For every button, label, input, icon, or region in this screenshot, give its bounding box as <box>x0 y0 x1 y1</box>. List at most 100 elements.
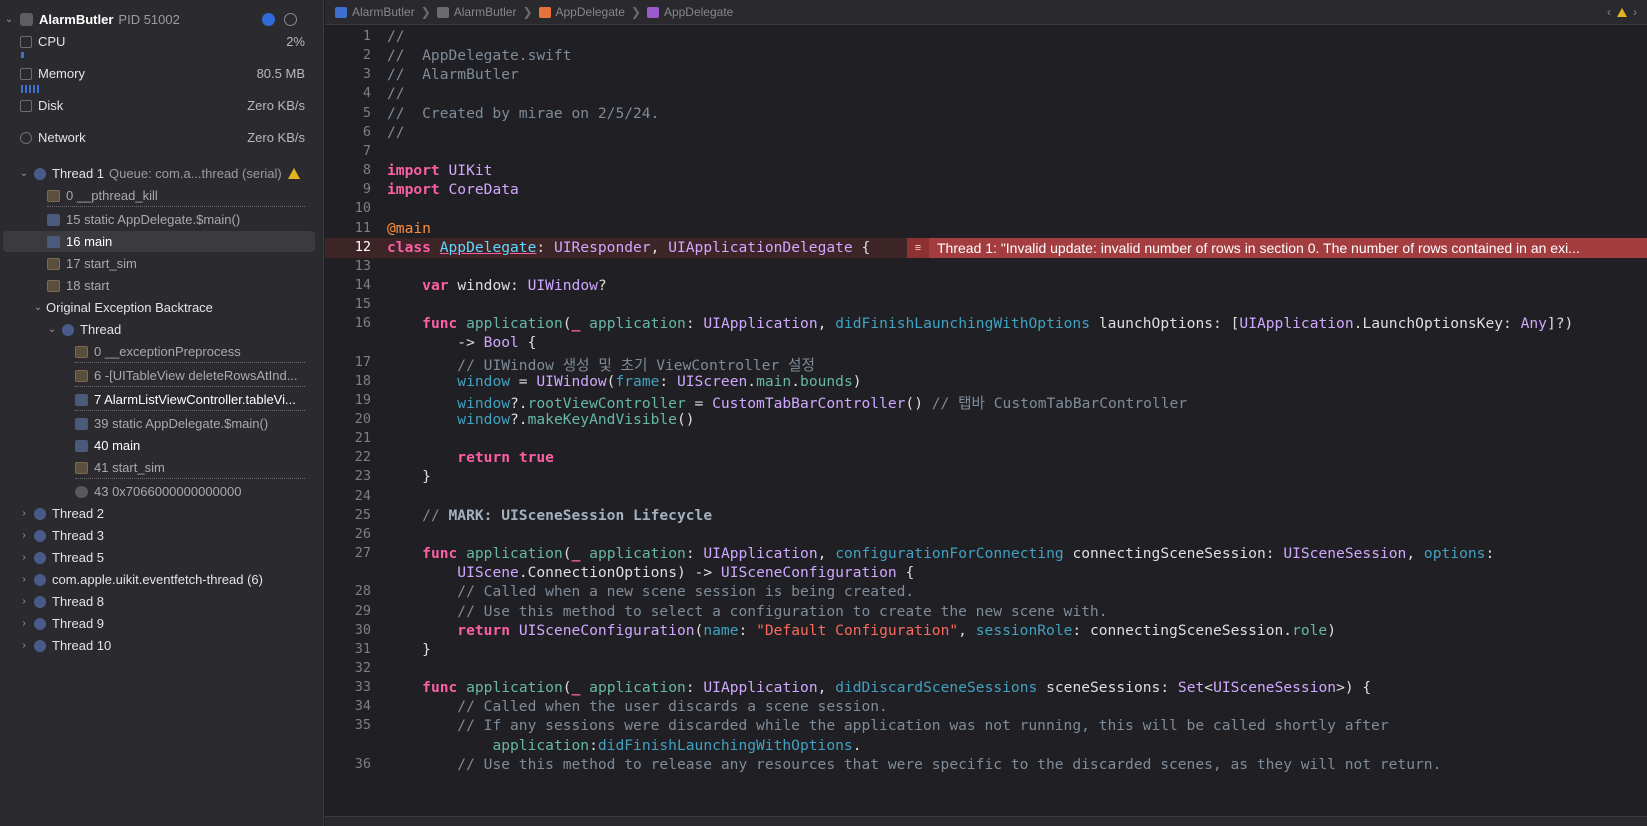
line-number[interactable]: 26 <box>325 526 371 542</box>
line-number[interactable]: 28 <box>325 583 371 599</box>
process-row[interactable]: ⌄ AlarmButler PID 51002 <box>0 9 323 30</box>
chevron-right-icon[interactable]: › <box>1633 5 1637 19</box>
stack-frame[interactable]: 6 -[UITableView deleteRowsAtInd... <box>0 365 323 386</box>
code-line[interactable]: func application(_ application: UIApplic… <box>387 315 1573 332</box>
code-line[interactable]: import CoreData <box>387 181 519 198</box>
code-line[interactable]: } <box>387 641 431 658</box>
stack-frame[interactable]: 43 0x7066000000000000 <box>0 481 323 502</box>
stack-frame[interactable]: 17 start_sim <box>0 253 323 274</box>
gauge-memory[interactable]: Memory 80.5 MB <box>0 63 323 84</box>
line-number[interactable]: 27 <box>325 545 371 561</box>
code-line[interactable]: window = UIWindow(frame: UIScreen.main.b… <box>387 373 861 390</box>
line-number[interactable]: 2 <box>325 47 371 63</box>
code-line[interactable]: // Created by mirae on 2/5/24. <box>387 105 659 122</box>
line-number[interactable]: 34 <box>325 698 371 714</box>
line-number[interactable]: 15 <box>325 296 371 312</box>
line-number[interactable]: 18 <box>325 373 371 389</box>
code-area[interactable]: 1 // 2 // AppDelegate.swift 3 // AlarmButler 4… <box>325 28 1647 816</box>
code-line[interactable]: class AppDelegate: UIResponder, UIApplic… <box>387 239 870 256</box>
chevron-right-icon[interactable]: › <box>19 640 29 651</box>
breadcrumb-project[interactable]: AlarmButler <box>335 5 415 19</box>
chevron-left-icon[interactable]: ‹ <box>1607 5 1611 19</box>
gauge-disk[interactable]: Disk Zero KB/s <box>0 95 323 116</box>
thread-row[interactable]: › Thread 8 <box>0 591 323 612</box>
stack-frame[interactable]: 15 static AppDelegate.$main() <box>0 209 323 230</box>
code-line[interactable]: -> Bool { <box>387 334 536 351</box>
line-number[interactable]: 3 <box>325 66 371 82</box>
chevron-down-icon[interactable]: ⌄ <box>47 324 57 335</box>
code-line[interactable]: } <box>387 468 431 485</box>
code-line[interactable]: func application(_ application: UIApplic… <box>387 545 1494 562</box>
chevron-down-icon[interactable]: ⌄ <box>19 168 29 179</box>
info-icon[interactable] <box>262 13 275 26</box>
error-stack-icon[interactable]: ≡ <box>907 237 929 258</box>
line-number[interactable]: 7 <box>325 143 371 159</box>
line-number[interactable]: 31 <box>325 641 371 657</box>
line-number[interactable]: 21 <box>325 430 371 446</box>
line-number[interactable]: 4 <box>325 85 371 101</box>
code-line[interactable]: var window: UIWindow? <box>387 277 607 294</box>
code-line[interactable]: return UISceneConfiguration(name: "Defau… <box>387 622 1336 639</box>
code-line[interactable]: // Called when a new scene session is be… <box>387 583 914 600</box>
thread-row[interactable]: › Thread 9 <box>0 613 323 634</box>
line-number[interactable]: 13 <box>325 258 371 274</box>
stack-frame[interactable]: 39 static AppDelegate.$main() <box>0 413 323 434</box>
line-number[interactable]: 24 <box>325 488 371 504</box>
code-line[interactable]: window?.makeKeyAndVisible() <box>387 411 694 428</box>
code-line[interactable]: // MARK: UISceneSession Lifecycle <box>387 507 712 524</box>
code-line[interactable]: // Called when the user discards a scene… <box>387 698 888 715</box>
chevron-right-icon[interactable]: › <box>19 508 29 519</box>
backtrace-thread-row[interactable]: ⌄ Thread <box>0 319 323 340</box>
code-line[interactable]: // UIWindow 생성 및 초기 ViewController 설정 <box>387 354 815 375</box>
code-line[interactable]: // Use this method to select a configura… <box>387 603 1107 620</box>
line-number[interactable]: 35 <box>325 717 371 733</box>
line-number[interactable]: 5 <box>325 105 371 121</box>
code-line[interactable]: // <box>387 124 405 141</box>
code-line[interactable]: return true <box>387 449 554 466</box>
thread-row[interactable]: › Thread 3 <box>0 525 323 546</box>
line-number[interactable]: 17 <box>325 354 371 370</box>
code-line[interactable]: func application(_ application: UIApplic… <box>387 679 1371 696</box>
line-number[interactable]: 8 <box>325 162 371 178</box>
pause-icon[interactable] <box>284 13 297 26</box>
line-number[interactable]: 12 <box>325 239 371 255</box>
code-line[interactable]: // Use this method to release any resour… <box>387 756 1441 773</box>
line-number[interactable]: 32 <box>325 660 371 676</box>
stack-frame-selected[interactable]: 16 main <box>3 231 315 252</box>
line-number[interactable]: 33 <box>325 679 371 695</box>
code-line[interactable]: // <box>387 85 405 102</box>
code-line[interactable]: window?.rootViewController = CustomTabBa… <box>387 392 1187 413</box>
line-number[interactable]: 22 <box>325 449 371 465</box>
chevron-right-icon[interactable]: › <box>19 596 29 607</box>
code-line[interactable]: @main <box>387 220 431 237</box>
chevron-down-icon[interactable]: ⌄ <box>4 14 14 25</box>
code-line[interactable]: // If any sessions were discarded while … <box>387 717 1388 734</box>
exception-backtrace-row[interactable]: ⌄ Original Exception Backtrace <box>0 297 323 318</box>
stack-frame[interactable]: 41 start_sim <box>0 457 323 478</box>
thread-row[interactable]: › Thread 5 <box>0 547 323 568</box>
thread-row[interactable]: › Thread 2 <box>0 503 323 524</box>
breadcrumb-group[interactable]: AlarmButler <box>436 5 516 19</box>
code-line[interactable]: import UIKit <box>387 162 492 179</box>
chevron-right-icon[interactable]: › <box>19 530 29 541</box>
thread-row[interactable]: › Thread 10 <box>0 635 323 656</box>
thread-row[interactable]: › com.apple.uikit.eventfetch-thread (6) <box>0 569 323 590</box>
chevron-right-icon[interactable]: › <box>19 552 29 563</box>
breadcrumb-file[interactable]: AppDelegate <box>538 5 625 19</box>
error-banner[interactable]: ≡ Thread 1: "Invalid update: invalid numb… <box>907 237 1647 258</box>
line-number[interactable]: 36 <box>325 756 371 772</box>
chevron-right-icon[interactable]: › <box>19 618 29 629</box>
chevron-down-icon[interactable]: ⌄ <box>33 302 43 313</box>
line-number[interactable]: 1 <box>325 28 371 44</box>
line-number[interactable]: 11 <box>325 220 371 236</box>
code-line[interactable]: // AppDelegate.swift <box>387 47 572 64</box>
code-line[interactable]: application:didFinishLaunchingWithOption… <box>387 737 861 754</box>
code-line[interactable]: UIScene.ConnectionOptions) -> UISceneCon… <box>387 564 914 581</box>
line-number[interactable]: 14 <box>325 277 371 293</box>
code-line[interactable]: // AlarmButler <box>387 66 519 83</box>
breadcrumb-symbol[interactable]: AppDelegate <box>646 5 733 19</box>
stack-frame[interactable]: 0 __exceptionPreprocess <box>0 341 323 362</box>
line-number[interactable]: 23 <box>325 468 371 484</box>
line-number[interactable]: 9 <box>325 181 371 197</box>
line-number[interactable]: 29 <box>325 603 371 619</box>
